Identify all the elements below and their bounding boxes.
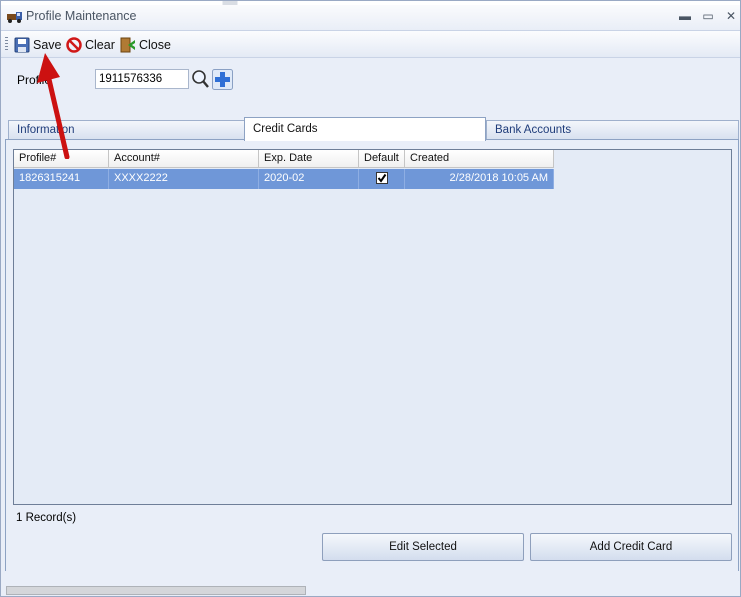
close-window-button[interactable]: ✕ bbox=[721, 7, 741, 25]
record-count: 1 Record(s) bbox=[16, 512, 77, 524]
app-truck-icon bbox=[7, 12, 22, 23]
restore-button[interactable]: ▭ bbox=[698, 7, 718, 25]
cell-profile: 1826315241 bbox=[14, 169, 109, 189]
title-top-strip bbox=[1, 1, 740, 5]
cell-exp-date: 2020-02 bbox=[259, 169, 359, 189]
profile-maintenance-window: Profile Maintenance ▬ ▭ ✕ Save Clear Clo… bbox=[0, 0, 741, 597]
grid-header: Profile# Account# Exp. Date Default Crea… bbox=[14, 150, 554, 168]
horizontal-scrollbar[interactable] bbox=[6, 586, 306, 595]
edit-selected-button[interactable]: Edit Selected bbox=[322, 533, 524, 561]
column-header-exp-date[interactable]: Exp. Date bbox=[259, 150, 359, 168]
profile-label: Profile bbox=[17, 73, 52, 87]
add-credit-card-button[interactable]: Add Credit Card bbox=[530, 533, 732, 561]
cell-default bbox=[359, 169, 405, 189]
clear-label: Clear bbox=[85, 37, 115, 52]
search-icon bbox=[192, 70, 209, 88]
column-header-account[interactable]: Account# bbox=[109, 150, 259, 168]
plus-icon bbox=[212, 69, 233, 90]
column-header-profile[interactable]: Profile# bbox=[14, 150, 109, 168]
column-header-created[interactable]: Created bbox=[405, 150, 554, 168]
exit-door-icon bbox=[120, 37, 135, 52]
profile-input[interactable] bbox=[95, 69, 189, 89]
tab-information[interactable]: Information bbox=[8, 120, 246, 140]
column-header-default[interactable]: Default bbox=[359, 150, 405, 168]
toolbar-grip[interactable] bbox=[5, 37, 8, 52]
close-label: Close bbox=[139, 37, 171, 52]
table-row[interactable]: 1826315241 XXXX2222 2020-02 2/28/2018 10… bbox=[14, 169, 554, 189]
credit-cards-grid[interactable]: Profile# Account# Exp. Date Default Crea… bbox=[13, 149, 732, 505]
cell-created: 2/28/2018 10:05 AM bbox=[405, 169, 554, 189]
tab-credit-cards[interactable]: Credit Cards bbox=[244, 117, 486, 141]
tab-bank-accounts[interactable]: Bank Accounts bbox=[486, 120, 739, 140]
clear-button[interactable]: Clear bbox=[66, 35, 115, 54]
save-disk-icon bbox=[14, 37, 30, 52]
save-button[interactable]: Save bbox=[14, 35, 62, 54]
clear-no-entry-icon bbox=[66, 36, 82, 53]
checkmark-icon bbox=[377, 173, 386, 183]
cell-account: XXXX2222 bbox=[109, 169, 259, 189]
title-bar: Profile Maintenance ▬ ▭ ✕ bbox=[1, 1, 740, 31]
search-profile-button[interactable] bbox=[190, 68, 211, 90]
add-profile-button[interactable] bbox=[212, 68, 233, 90]
window-title: Profile Maintenance bbox=[26, 9, 137, 23]
default-checkbox[interactable] bbox=[375, 172, 388, 184]
minimize-button[interactable]: ▬ bbox=[675, 7, 695, 25]
close-button[interactable]: Close bbox=[119, 35, 171, 54]
toolbar: Save Clear Close bbox=[1, 31, 740, 58]
save-label: Save bbox=[33, 37, 62, 52]
